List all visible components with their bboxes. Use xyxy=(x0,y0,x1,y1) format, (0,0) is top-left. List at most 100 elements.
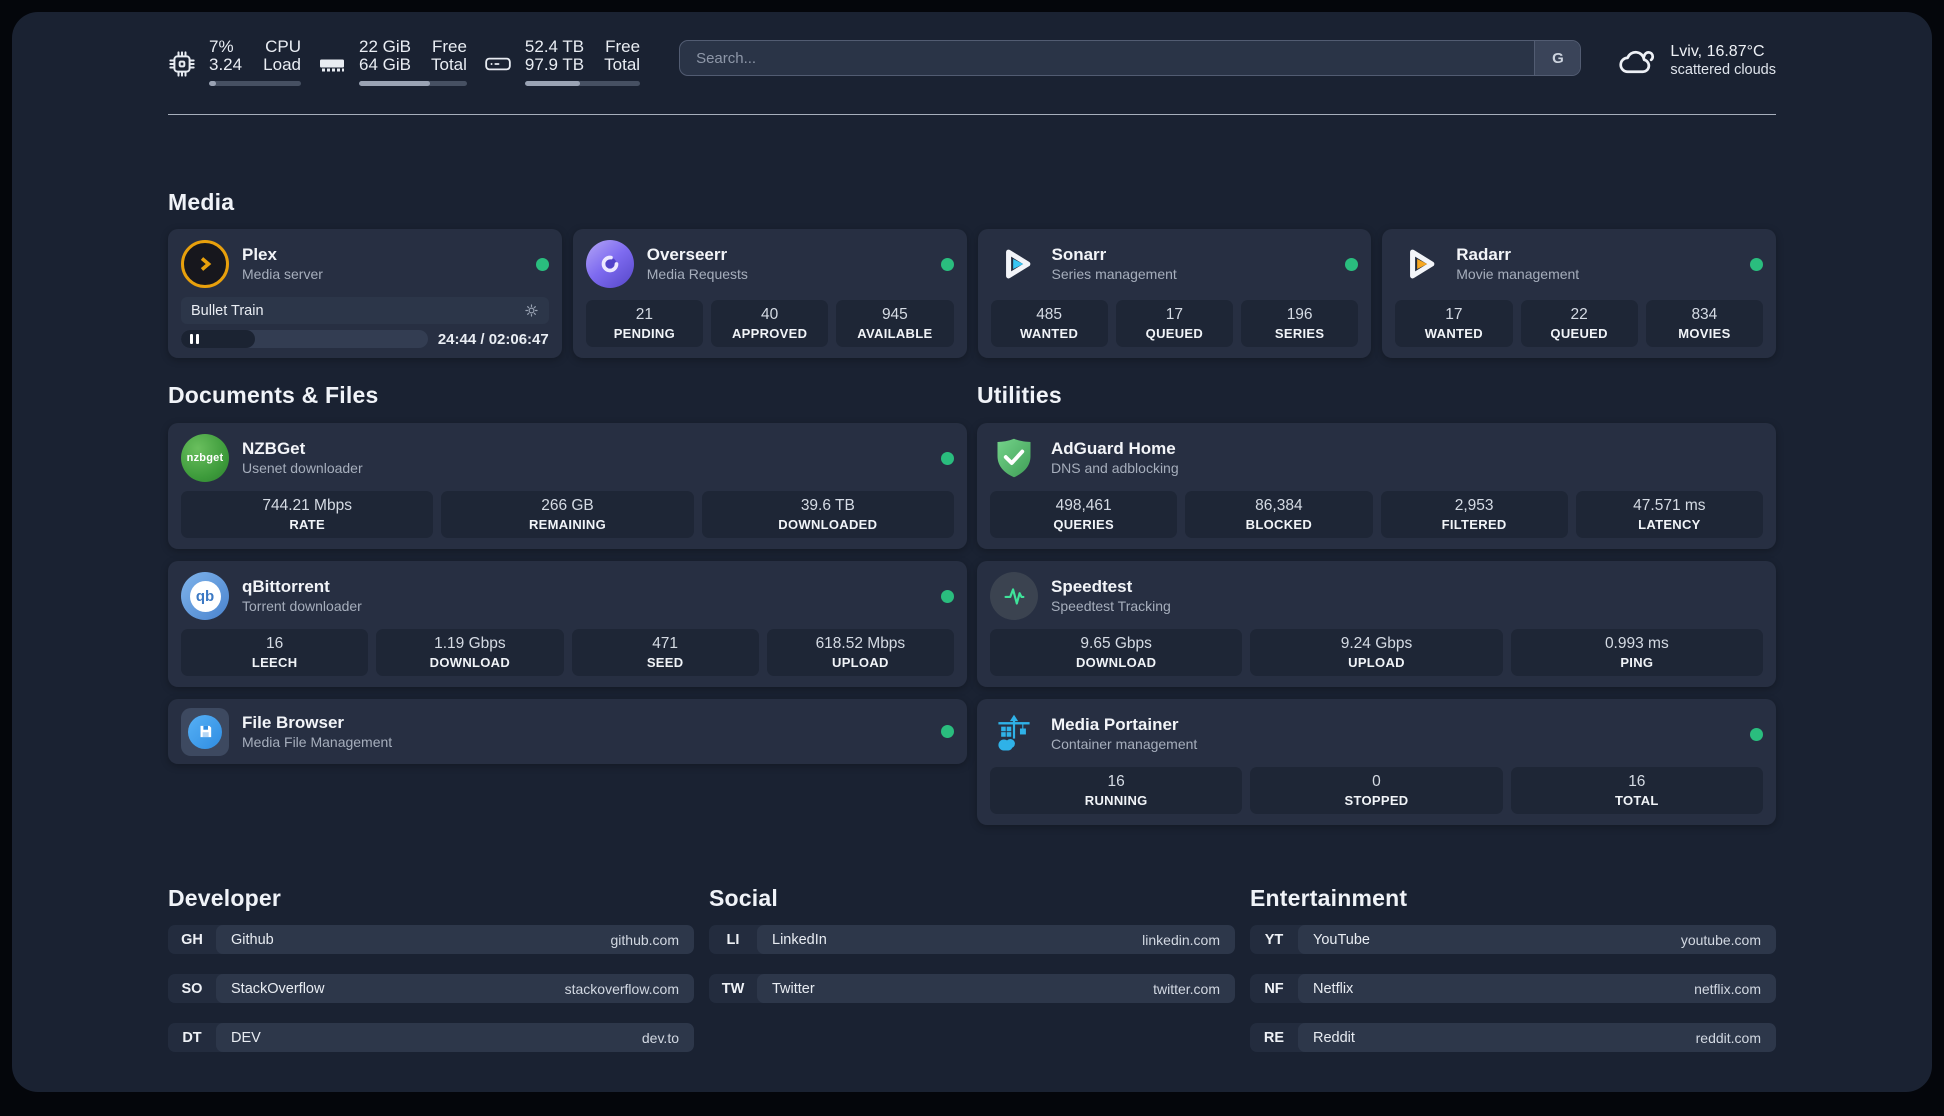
link-name: Github xyxy=(231,931,274,948)
app-card-overseerr[interactable]: Overseerr Media Requests 21 PENDING 40 A… xyxy=(572,229,967,358)
topbar-divider xyxy=(168,114,1776,115)
stat-label: UPLOAD xyxy=(1348,655,1405,670)
status-online-dot xyxy=(535,257,549,271)
stat-pill: 498,461 QUERIES xyxy=(990,491,1178,538)
link-tag: TW xyxy=(721,980,745,997)
link-name: Netflix xyxy=(1313,980,1354,997)
app-description: Container management xyxy=(1051,736,1198,752)
stat-value: 21 xyxy=(635,306,653,323)
stat-pill: 9.65 Gbps DOWNLOAD xyxy=(990,629,1243,676)
radarr-icon xyxy=(1395,240,1443,288)
app-card-filebrowser[interactable]: File Browser Media File Management xyxy=(168,699,967,764)
stat-label: DOWNLOAD xyxy=(1075,655,1157,670)
app-description: Movie management xyxy=(1456,266,1580,282)
stat-value: 266 GB xyxy=(541,497,594,514)
link-url: stackoverflow.com xyxy=(564,980,679,997)
dashboard: 7% 3.24 CPU Load 22 GiB 64 GiB Free Tota… xyxy=(12,12,1932,1092)
stat-label: APPROVED xyxy=(731,326,808,341)
stat-label: QUERIES xyxy=(1053,517,1114,532)
stat-pill: 40 APPROVED xyxy=(711,300,829,347)
stat-value: 1.19 Gbps xyxy=(434,635,506,652)
app-name: Media Portainer xyxy=(1051,715,1179,734)
cpu-load-value: 3.24 xyxy=(209,55,243,74)
app-card-radarr[interactable]: Radarr Movie management 17 WANTED 22 QUE… xyxy=(1382,229,1776,358)
memory-total-value: 64 GiB xyxy=(359,55,411,74)
stat-label: WANTED xyxy=(1424,326,1483,341)
app-card-portainer[interactable]: Media Portainer Container management 16 … xyxy=(977,699,1776,825)
link-netflix[interactable]: NF Netflix netflix.com xyxy=(1250,974,1776,1003)
cpu-label: CPU xyxy=(265,37,301,56)
section-entertainment: Entertainment YT YouTube youtube.com NF … xyxy=(1250,885,1776,1052)
link-url: reddit.com xyxy=(1695,1029,1761,1046)
link-url: github.com xyxy=(610,931,679,948)
pause-icon[interactable] xyxy=(190,334,199,344)
link-dev[interactable]: DT DEV dev.to xyxy=(168,1023,694,1052)
stat-value: 2,953 xyxy=(1454,497,1494,514)
link-tag: LI xyxy=(726,931,740,948)
stat-label: BLOCKED xyxy=(1245,517,1313,532)
link-youtube[interactable]: YT YouTube youtube.com xyxy=(1250,925,1776,954)
qbittorrent-icon: qb xyxy=(181,572,229,620)
app-card-plex[interactable]: Plex Media server Bullet Train 24:44 / 0… xyxy=(168,229,562,358)
stat-label: MOVIES xyxy=(1678,326,1731,341)
stat-pill: 1.19 Gbps DOWNLOAD xyxy=(376,629,564,676)
stat-value: 16 xyxy=(1107,773,1125,790)
media-section-title: Media xyxy=(168,189,235,215)
app-card-adguard[interactable]: AdGuard Home DNS and adblocking 498,461 … xyxy=(977,423,1776,549)
link-linkedin[interactable]: LI LinkedIn linkedin.com xyxy=(709,925,1235,954)
sonarr-icon xyxy=(991,240,1039,288)
app-card-nzbget[interactable]: nzbget NZBGet Usenet downloader 744.21 M… xyxy=(168,423,967,549)
app-name: Speedtest xyxy=(1051,577,1133,596)
section-developer: Developer GH Github github.com SO StackO… xyxy=(168,885,694,1052)
storage-stats: 52.4 TB 97.9 TB Free Total xyxy=(484,37,641,86)
stat-label: RATE xyxy=(289,517,325,532)
stat-label: LEECH xyxy=(251,655,298,670)
stat-pill: 471 SEED xyxy=(571,629,759,676)
entertainment-section-title: Entertainment xyxy=(1250,885,1408,911)
link-name: YouTube xyxy=(1313,931,1370,948)
stat-pill: 17 QUEUED xyxy=(1115,300,1233,347)
stat-label: REMAINING xyxy=(528,517,607,532)
storage-free-label: Free xyxy=(605,37,641,56)
app-name: Overseerr xyxy=(646,245,728,264)
link-name: Twitter xyxy=(772,980,815,997)
app-card-speedtest[interactable]: Speedtest Speedtest Tracking 9.65 Gbps D… xyxy=(977,561,1776,687)
ram-icon xyxy=(320,59,344,72)
cpu-usage-bar xyxy=(209,81,301,86)
app-description: Media Requests xyxy=(646,266,748,282)
stat-value: 744.21 Mbps xyxy=(262,497,352,514)
stat-value: 22 xyxy=(1570,306,1588,323)
stat-pill: 39.6 TB DOWNLOADED xyxy=(701,491,954,538)
status-online-dot xyxy=(941,725,954,738)
memory-free-label: Free xyxy=(431,37,467,56)
link-stackoverflow[interactable]: SO StackOverflow stackoverflow.com xyxy=(168,974,694,1003)
stat-label: LATENCY xyxy=(1638,517,1701,532)
stat-pill: 16 TOTAL xyxy=(1510,767,1763,814)
speedtest-icon xyxy=(990,572,1038,620)
app-name: AdGuard Home xyxy=(1051,439,1176,458)
app-card-sonarr[interactable]: Sonarr Series management 485 WANTED 17 Q… xyxy=(977,229,1372,358)
gear-icon[interactable] xyxy=(524,303,539,318)
nzbget-icon-text: nzbget xyxy=(186,452,224,464)
stat-pill: 9.24 Gbps UPLOAD xyxy=(1250,629,1503,676)
link-name: DEV xyxy=(231,1029,261,1046)
link-tag: YT xyxy=(1264,931,1284,948)
section-media: Media Plex Media server Bullet Train 24:… xyxy=(168,189,1776,358)
adguard-icon xyxy=(990,434,1038,482)
status-online-dot xyxy=(941,451,954,465)
documents-section-title: Documents & Files xyxy=(168,382,379,408)
link-reddit[interactable]: RE Reddit reddit.com xyxy=(1250,1023,1776,1052)
app-card-qbittorrent[interactable]: qb qBittorrent Torrent downloader 16 LEE… xyxy=(168,561,967,687)
link-tag: RE xyxy=(1263,1029,1285,1046)
playback-progress-bar xyxy=(181,330,428,348)
section-utilities: Utilities AdGuard Home DNS and adblockin… xyxy=(977,382,1776,825)
qbittorrent-icon-text: qb xyxy=(195,587,215,605)
link-github[interactable]: GH Github github.com xyxy=(168,925,694,954)
stat-value: 471 xyxy=(652,635,679,652)
stat-label: PENDING xyxy=(613,326,676,341)
stat-label: DOWNLOADED xyxy=(778,517,878,532)
link-twitter[interactable]: TW Twitter twitter.com xyxy=(709,974,1235,1003)
search-input[interactable] xyxy=(680,41,1535,75)
search-provider-button[interactable]: G xyxy=(1534,41,1581,75)
stat-pill: 744.21 Mbps RATE xyxy=(181,491,434,538)
